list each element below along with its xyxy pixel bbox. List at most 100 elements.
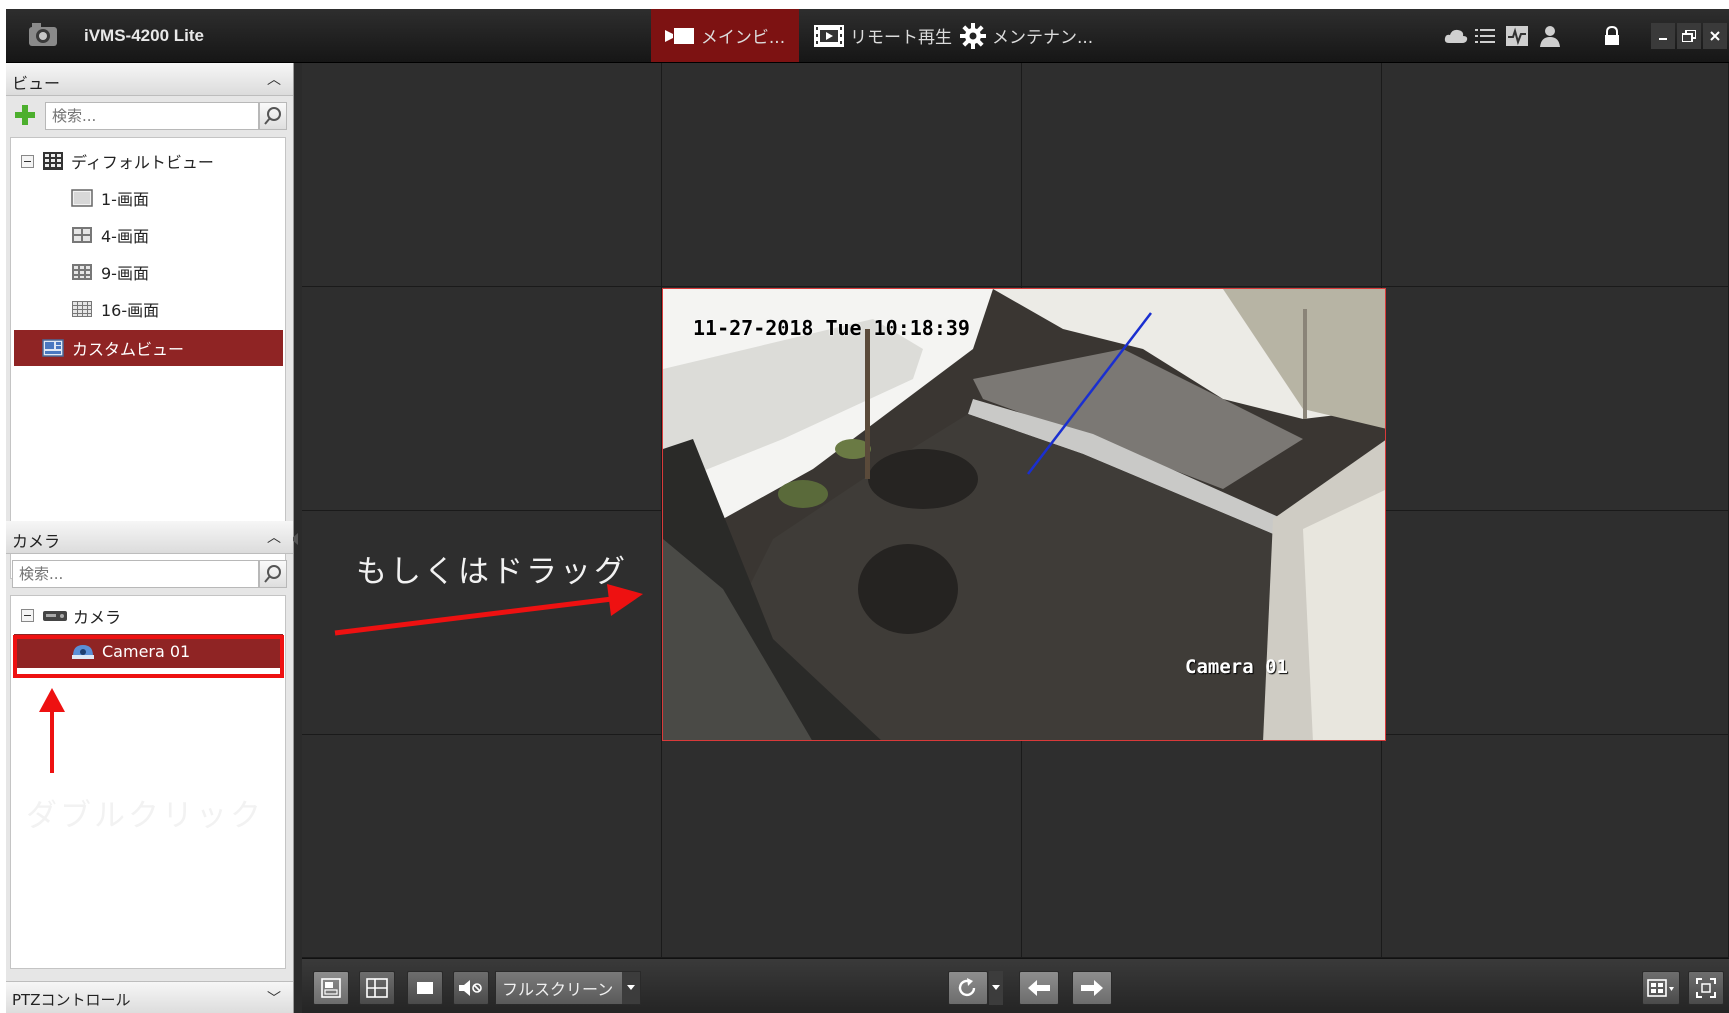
save-view-button[interactable] xyxy=(313,971,349,1005)
video-cell[interactable] xyxy=(302,511,662,735)
minimize-icon[interactable] xyxy=(1651,23,1675,49)
fullscreen-button[interactable] xyxy=(1688,971,1724,1005)
video-cell[interactable] xyxy=(1022,735,1382,958)
cloud-icon[interactable] xyxy=(1442,23,1470,49)
custom-view-icon xyxy=(42,339,64,357)
gear-icon xyxy=(960,22,986,49)
ptz-section-title: PTZコントロール xyxy=(12,991,131,1009)
tree-item-camera-group[interactable]: カメラ xyxy=(43,600,121,632)
tree-item-custom-view[interactable]: カスタムビュー xyxy=(14,330,283,366)
view-search-box[interactable] xyxy=(45,102,259,130)
view-search-input[interactable] xyxy=(46,103,258,129)
camera-search-box[interactable] xyxy=(12,560,259,588)
fullscreen-label: フルスクリーン xyxy=(502,980,614,999)
app-window: iVMS-4200 Lite メインビ... リモート再生 メンテナン... ビ… xyxy=(6,9,1729,1013)
bottom-toolbar: フルスクリーン xyxy=(302,958,1729,1013)
tree-item-label: 9-画面 xyxy=(101,264,149,283)
health-monitor-icon[interactable] xyxy=(1503,23,1531,49)
film-icon xyxy=(814,24,844,47)
collapse-toggle[interactable] xyxy=(21,155,34,168)
arrow-left-icon xyxy=(1028,980,1050,996)
quad-screen-icon xyxy=(72,227,92,243)
save-view-as-button[interactable] xyxy=(359,971,395,1005)
tree-item-label: ディフォルトビュー xyxy=(71,153,214,172)
close-icon[interactable] xyxy=(1703,23,1727,49)
lock-icon[interactable] xyxy=(1598,23,1626,49)
next-button[interactable] xyxy=(1072,971,1112,1005)
tree-item-4-screen[interactable]: 4-画面 xyxy=(71,219,149,251)
chevron-up-icon[interactable]: ︿ xyxy=(267,527,281,547)
previous-button[interactable] xyxy=(1019,971,1059,1005)
user-icon[interactable] xyxy=(1536,23,1564,49)
cycle-button[interactable] xyxy=(948,971,988,1005)
single-screen-icon xyxy=(71,189,93,207)
fullscreen-icon xyxy=(1696,978,1716,998)
add-view-icon[interactable] xyxy=(14,104,36,126)
video-cell[interactable] xyxy=(1382,63,1729,287)
sixteen-screen-icon xyxy=(72,301,92,317)
tab-remote-playback[interactable]: リモート再生 xyxy=(814,9,952,62)
tree-item-default-view[interactable]: ディフォルトビュー xyxy=(43,145,214,177)
dropdown-arrow-icon[interactable] xyxy=(622,972,640,1004)
camera-section-title: カメラ xyxy=(12,532,61,551)
save-view-icon xyxy=(321,978,341,998)
mute-button[interactable] xyxy=(453,971,489,1005)
osd-camera-name: Camera 01 xyxy=(1185,656,1288,678)
view-section-title: ビュー xyxy=(12,74,61,93)
video-camera-icon xyxy=(664,27,694,44)
video-cell[interactable] xyxy=(662,63,1022,287)
tab-remote-playback-label: リモート再生 xyxy=(850,28,952,48)
tree-item-9-screen[interactable]: 9-画面 xyxy=(71,256,149,288)
tab-maintenance-label: メンテナン... xyxy=(992,28,1094,48)
tree-item-label: カスタムビュー xyxy=(72,340,185,359)
restore-icon[interactable] xyxy=(1677,23,1701,49)
video-cell[interactable] xyxy=(302,287,662,511)
arrow-right-icon xyxy=(1081,980,1103,996)
tree-item-label: 1-画面 xyxy=(101,190,149,209)
speaker-mute-icon xyxy=(459,980,482,996)
video-cell[interactable] xyxy=(1382,511,1729,735)
window-division-button[interactable] xyxy=(1642,971,1680,1005)
tab-main-view-label: メインビ... xyxy=(700,28,786,48)
osd-timestamp: 11-27-2018 Tue 10:18:39 xyxy=(693,316,970,340)
stop-icon xyxy=(417,982,433,994)
camera-logo-icon xyxy=(29,23,57,46)
collapse-toggle[interactable] xyxy=(21,609,34,622)
tab-main-view[interactable]: メインビ... xyxy=(651,9,799,62)
tree-item-1-screen[interactable]: 1-画面 xyxy=(71,182,149,214)
camera-search-input[interactable] xyxy=(13,561,258,587)
camera-search-button[interactable] xyxy=(259,560,287,588)
view-search-button[interactable] xyxy=(259,102,287,130)
video-cell[interactable] xyxy=(1022,63,1382,287)
video-cell[interactable] xyxy=(662,735,1022,958)
window-division-icon xyxy=(1647,979,1674,997)
video-cell[interactable] xyxy=(1382,287,1729,511)
nine-screen-icon xyxy=(72,264,92,280)
camera-tree: カメラ Camera 01 xyxy=(10,595,286,969)
search-icon xyxy=(264,107,281,125)
video-cell[interactable] xyxy=(1382,735,1729,958)
live-video-tile[interactable]: 11-27-2018 Tue 10:18:39 Camera 01 xyxy=(662,288,1386,741)
chevron-down-icon[interactable]: ﹀ xyxy=(267,988,281,1008)
list-icon[interactable] xyxy=(1472,23,1498,49)
tab-maintenance[interactable]: メンテナン... xyxy=(960,9,1093,62)
fullscreen-select[interactable]: フルスクリーン xyxy=(495,971,641,1005)
search-icon xyxy=(264,565,281,583)
tree-item-camera-01[interactable]: Camera 01 xyxy=(14,634,283,668)
app-title: iVMS-4200 Lite xyxy=(84,26,204,45)
tree-item-label: Camera 01 xyxy=(102,641,191,661)
video-cell[interactable] xyxy=(302,63,662,287)
annotation-double-click-text: ダブルクリック xyxy=(26,798,264,834)
tree-item-16-screen[interactable]: 16-画面 xyxy=(71,293,159,325)
left-panel: ビュー ︿ ディフォルトビュー 1-画面 4-画面 xyxy=(6,63,298,1013)
refresh-icon xyxy=(958,978,976,997)
stop-all-button[interactable] xyxy=(407,971,443,1005)
ptz-section-header[interactable]: PTZコントロール ﹀ xyxy=(6,981,293,1013)
title-bar: iVMS-4200 Lite メインビ... リモート再生 メンテナン... xyxy=(6,9,1729,63)
view-section-header[interactable]: ビュー ︿ xyxy=(6,63,293,96)
camera-section-header[interactable]: カメラ ︿ xyxy=(6,521,293,554)
video-cell[interactable] xyxy=(302,735,662,958)
cycle-dropdown-arrow-icon[interactable] xyxy=(989,971,1003,1005)
chevron-up-icon[interactable]: ︿ xyxy=(267,69,281,89)
view-tree: ディフォルトビュー 1-画面 4-画面 9-画面 16-画面 カスタムビュー xyxy=(10,137,286,579)
